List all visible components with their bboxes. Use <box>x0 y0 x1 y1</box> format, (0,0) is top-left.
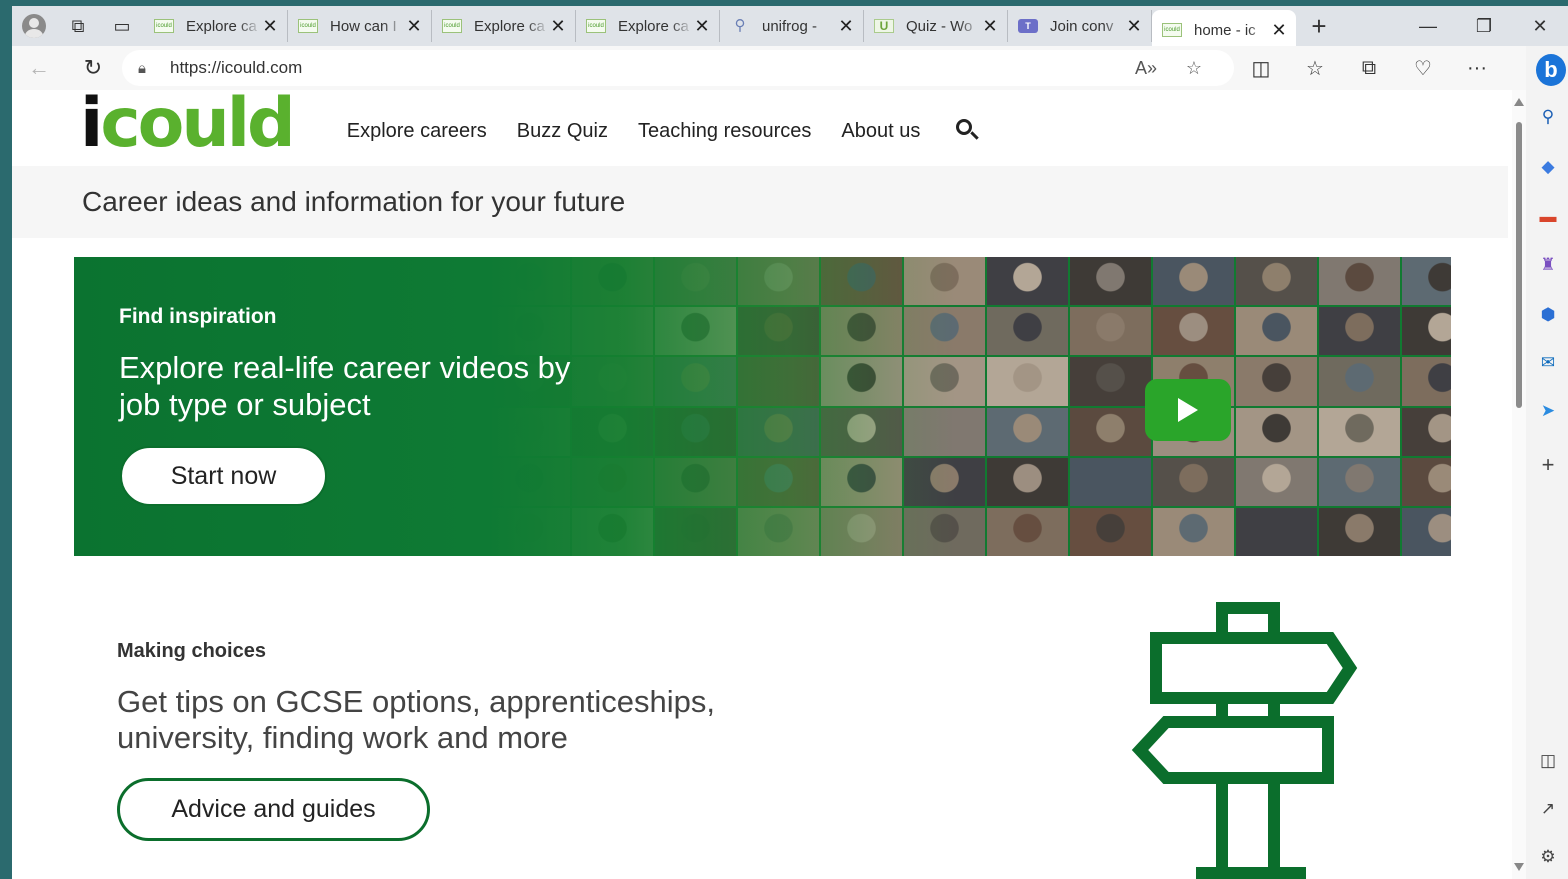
signpost-icon <box>1131 602 1358 879</box>
close-tab-icon[interactable]: ✕ <box>693 16 711 37</box>
web-page: icould Explore careers Buzz Quiz Teachin… <box>12 90 1526 879</box>
teams-logo-icon: T <box>1018 19 1038 33</box>
making-choices-title: Get tips on GCSE options, apprenticeship… <box>117 684 715 755</box>
site-search-icon[interactable] <box>954 117 980 143</box>
nav-about-us[interactable]: About us <box>841 120 920 143</box>
settings-gear-icon[interactable]: ⚙ <box>1536 846 1560 868</box>
close-tab-icon[interactable]: ✕ <box>981 16 999 37</box>
back-arrow-icon[interactable]: ← <box>12 48 66 88</box>
scroll-up-arrow-icon[interactable] <box>1514 98 1524 106</box>
icould-favicon-icon: icould <box>1162 23 1182 37</box>
add-sidebar-app-icon[interactable]: + <box>1536 454 1560 476</box>
tab-title: How can I <box>330 17 397 35</box>
split-screen-icon[interactable]: ◫ <box>1234 48 1288 88</box>
collections-icon[interactable]: ⧉ <box>1342 48 1396 88</box>
u-logo-icon: U <box>874 19 894 33</box>
microsoft-365-icon[interactable]: ⬢ <box>1536 304 1560 326</box>
favorite-star-icon[interactable]: ☆ <box>1170 58 1218 79</box>
favorites-icon[interactable]: ☆ <box>1288 48 1342 88</box>
outlook-icon[interactable]: ✉ <box>1536 352 1560 374</box>
icould-favicon-icon: icould <box>586 19 606 33</box>
restore-icon[interactable]: ❐ <box>1456 16 1512 37</box>
minimize-icon[interactable]: — <box>1400 16 1456 37</box>
tab-title: home - ic <box>1194 21 1256 39</box>
scroll-down-arrow-icon[interactable] <box>1514 863 1524 871</box>
close-tab-icon[interactable]: ✕ <box>837 16 855 37</box>
shopping-tag-icon[interactable]: ◆ <box>1536 156 1560 178</box>
tab-title: Quiz - Wo <box>906 17 973 35</box>
browser-tab[interactable]: ⚲ unifrog - ✕ <box>720 10 864 42</box>
tab-title: Explore ca <box>474 17 545 35</box>
games-icon[interactable]: ♜ <box>1536 254 1560 276</box>
nav-explore-careers[interactable]: Explore careers <box>347 120 487 143</box>
close-window-icon[interactable]: ✕ <box>1512 16 1568 37</box>
address-bar[interactable]: 🔒︎ https://icould.com A» ☆ <box>122 50 1234 86</box>
bing-chat-icon[interactable]: b <box>1536 54 1566 86</box>
advice-and-guides-button[interactable]: Advice and guides <box>117 778 430 841</box>
site-header: icould Explore careers Buzz Quiz Teachin… <box>12 90 1512 166</box>
icould-favicon-icon: icould <box>442 19 462 33</box>
making-choices-kicker: Making choices <box>117 640 266 662</box>
start-now-button[interactable]: Start now <box>120 446 327 506</box>
open-external-icon[interactable]: ↗ <box>1536 798 1560 820</box>
navigation-bar: ← ↻ 🔒︎ https://icould.com A» ☆ ◫ ☆ ⧉ ♡ ·… <box>12 46 1526 90</box>
play-video-icon[interactable] <box>1145 379 1231 441</box>
icould-favicon-icon: icould <box>154 19 174 33</box>
icould-favicon-icon: icould <box>298 19 318 33</box>
main-nav: Explore careers Buzz Quiz Teaching resou… <box>347 120 951 143</box>
browser-tab[interactable]: icould How can I ✕ <box>288 10 432 42</box>
new-tab-button[interactable]: + <box>1296 11 1342 42</box>
hero-kicker: Find inspiration <box>119 305 277 328</box>
nav-teaching-resources[interactable]: Teaching resources <box>638 120 811 143</box>
browser-tab[interactable]: icould home - ic ✕ <box>1152 10 1296 50</box>
telegram-icon[interactable]: ➤ <box>1536 400 1560 422</box>
tagline: Career ideas and information for your fu… <box>82 186 626 217</box>
browser-tab[interactable]: icould Explore ca ✕ <box>576 10 720 42</box>
workspaces-icon[interactable]: ⧉ <box>56 6 100 46</box>
vertical-tabs-icon[interactable]: ▭ <box>100 6 144 46</box>
url-text[interactable]: https://icould.com <box>170 58 1122 78</box>
browser-essentials-icon[interactable]: ♡ <box>1396 48 1450 88</box>
tab-title: Explore ca <box>618 17 689 35</box>
tools-icon[interactable]: ▬ <box>1536 206 1560 228</box>
hero-banner: Find inspiration Explore real-life caree… <box>74 257 1451 556</box>
read-aloud-icon[interactable]: A» <box>1122 58 1170 79</box>
search-icon: ⚲ <box>734 19 746 33</box>
close-tab-icon[interactable]: ✕ <box>261 16 279 37</box>
window-controls: — ❐ ✕ <box>1400 16 1568 37</box>
close-tab-icon[interactable]: ✕ <box>1270 20 1288 41</box>
hide-sidebar-icon[interactable]: ◫ <box>1536 750 1560 772</box>
close-tab-icon[interactable]: ✕ <box>405 16 423 37</box>
icould-logo[interactable]: icould <box>80 90 296 158</box>
browser-tab[interactable]: icould Explore ca ✕ <box>144 10 288 42</box>
refresh-icon[interactable]: ↻ <box>66 48 120 88</box>
close-tab-icon[interactable]: ✕ <box>1125 16 1143 37</box>
hero-title: Explore real-life career videos by job t… <box>119 350 571 422</box>
profile-button[interactable] <box>12 6 56 46</box>
profile-avatar-icon <box>22 14 46 38</box>
tab-title: Join conv <box>1050 17 1114 35</box>
search-icon[interactable]: ⚲ <box>1536 106 1560 128</box>
edge-sidebar: b ⚲ ◆ ▬ ♜ ⬢ ✉ ➤ + ◫ ↗ ⚙ <box>1526 46 1568 879</box>
browser-tab[interactable]: icould Explore ca ✕ <box>432 10 576 42</box>
tab-title: unifrog - <box>762 17 818 35</box>
scrollbar-thumb[interactable] <box>1516 122 1522 408</box>
tab-strip: ⧉ ▭ icould Explore ca ✕ icould How can I ✕ ico… <box>12 6 1568 50</box>
tab-title: Explore ca <box>186 17 257 35</box>
browser-tab[interactable]: T Join conv ✕ <box>1008 10 1152 42</box>
close-tab-icon[interactable]: ✕ <box>549 16 567 37</box>
page-scrollbar[interactable] <box>1512 90 1526 879</box>
tagline-bar: Career ideas and information for your fu… <box>12 166 1508 238</box>
nav-buzz-quiz[interactable]: Buzz Quiz <box>517 120 608 143</box>
lock-icon[interactable]: 🔒︎ <box>138 60 156 77</box>
more-menu-icon[interactable]: ··· <box>1450 48 1504 88</box>
browser-tab[interactable]: U Quiz - Wo ✕ <box>864 10 1008 42</box>
